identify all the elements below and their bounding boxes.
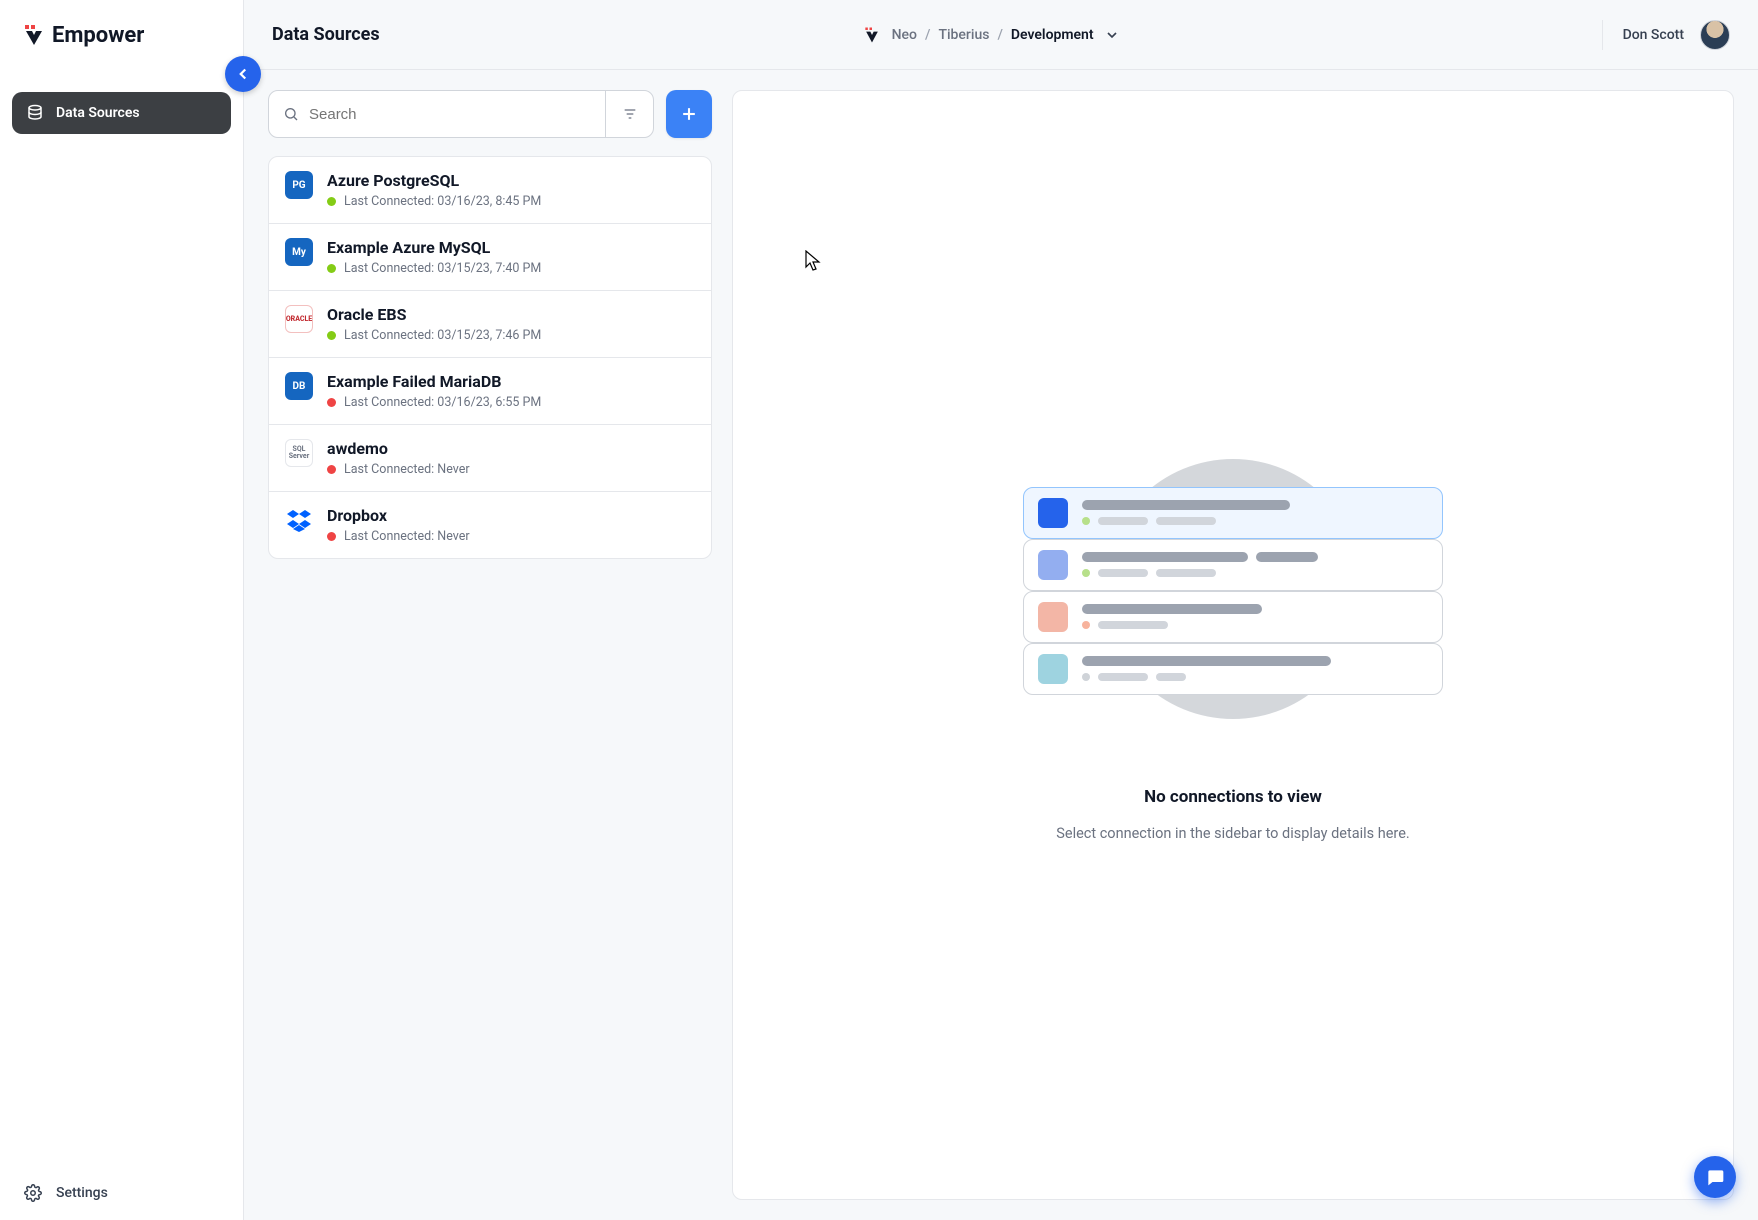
settings-label: Settings	[56, 1185, 108, 1201]
breadcrumb-env: Development	[1011, 27, 1094, 43]
empty-title: No connections to view	[1144, 787, 1322, 807]
data-source-item[interactable]: PG Azure PostgreSQL Last Connected: 03/16/…	[269, 157, 711, 223]
empty-illustration	[1013, 449, 1453, 729]
data-source-list: PG Azure PostgreSQL Last Connected: 03/16/…	[268, 156, 712, 559]
chat-icon	[1705, 1167, 1725, 1187]
data-source-status: Last Connected: Never	[327, 462, 695, 477]
status-dot	[327, 465, 336, 474]
empower-mark-icon	[862, 25, 882, 45]
database-icon	[26, 104, 44, 122]
breadcrumb[interactable]: Neo / Tiberius / Development	[380, 25, 1602, 45]
data-source-status: Last Connected: 03/16/23, 8:45 PM	[327, 194, 695, 209]
filter-icon	[622, 106, 638, 122]
status-dot	[327, 398, 336, 407]
dropbox-icon	[285, 506, 313, 534]
chat-button[interactable]	[1694, 1156, 1736, 1198]
data-source-status: Last Connected: 03/16/23, 6:55 PM	[327, 395, 695, 410]
breadcrumb-separator: /	[925, 27, 930, 43]
topbar: Data Sources Neo / Tiberius / Developmen…	[244, 0, 1758, 70]
status-dot	[327, 264, 336, 273]
data-source-name: Azure PostgreSQL	[327, 171, 695, 190]
data-source-status: Last Connected: 03/15/23, 7:46 PM	[327, 328, 695, 343]
data-source-item[interactable]: DB Example Failed MariaDB Last Connected: …	[269, 357, 711, 424]
data-source-name: Example Azure MySQL	[327, 238, 695, 257]
add-data-source-button[interactable]	[666, 90, 712, 138]
search-input[interactable]	[309, 91, 591, 137]
data-source-item[interactable]: ORACLE Oracle EBS Last Connected: 03/15/23…	[269, 290, 711, 357]
data-source-item[interactable]: Dropbox Last Connected: Never	[269, 491, 711, 558]
page-title: Data Sources	[272, 24, 380, 45]
last-connected-text: Last Connected: 03/16/23, 6:55 PM	[344, 395, 541, 410]
oracle-icon: ORACLE	[285, 305, 313, 333]
status-dot	[327, 532, 336, 541]
collapse-sidebar-button[interactable]	[225, 56, 261, 92]
last-connected-text: Last Connected: 03/15/23, 7:46 PM	[344, 328, 541, 343]
chevron-down-icon	[1104, 27, 1120, 43]
last-connected-text: Last Connected: 03/15/23, 7:40 PM	[344, 261, 541, 276]
data-source-list-panel: PG Azure PostgreSQL Last Connected: 03/16/…	[268, 90, 712, 1200]
breadcrumb-org: Neo	[892, 27, 917, 43]
data-source-name: awdemo	[327, 439, 695, 458]
sidebar: Empower Data Sources Settings	[0, 0, 244, 1220]
empty-state: No connections to view Select connection…	[1013, 449, 1453, 842]
sidebar-item-data-sources[interactable]: Data Sources	[12, 92, 231, 134]
last-connected-text: Last Connected: 03/16/23, 8:45 PM	[344, 194, 541, 209]
breadcrumb-separator: /	[997, 27, 1002, 43]
detail-panel: No connections to view Select connection…	[732, 90, 1734, 1200]
search-box	[268, 90, 654, 138]
sidebar-item-settings[interactable]: Settings	[0, 1166, 243, 1220]
azure-pg-icon: PG	[285, 171, 313, 199]
chevron-left-icon	[234, 65, 252, 83]
brand-logo[interactable]: Empower	[0, 0, 243, 70]
status-dot	[327, 197, 336, 206]
plus-icon	[679, 104, 699, 124]
data-source-status: Last Connected: Never	[327, 529, 695, 544]
data-source-item[interactable]: SQL Server awdemo Last Connected: Never	[269, 424, 711, 491]
search-icon	[283, 106, 299, 122]
data-source-name: Dropbox	[327, 506, 695, 525]
avatar[interactable]	[1700, 20, 1730, 50]
filter-button[interactable]	[605, 91, 653, 137]
brand-name: Empower	[52, 23, 144, 48]
data-source-item[interactable]: My Example Azure MySQL Last Connected: 03/…	[269, 223, 711, 290]
data-source-status: Last Connected: 03/15/23, 7:40 PM	[327, 261, 695, 276]
data-source-name: Oracle EBS	[327, 305, 695, 324]
user-name[interactable]: Don Scott	[1623, 27, 1684, 43]
breadcrumb-project: Tiberius	[938, 27, 989, 43]
data-source-name: Example Failed MariaDB	[327, 372, 695, 391]
sidebar-item-label: Data Sources	[56, 105, 140, 121]
last-connected-text: Last Connected: Never	[344, 462, 470, 477]
status-dot	[327, 331, 336, 340]
sidebar-nav: Data Sources	[0, 70, 243, 1166]
azure-my-icon: My	[285, 238, 313, 266]
mariadb-icon: DB	[285, 372, 313, 400]
empower-logo-icon	[22, 23, 46, 47]
sqlserver-icon: SQL Server	[285, 439, 313, 467]
empty-subtitle: Select connection in the sidebar to disp…	[1056, 825, 1409, 842]
gear-icon	[24, 1184, 42, 1202]
last-connected-text: Last Connected: Never	[344, 529, 470, 544]
